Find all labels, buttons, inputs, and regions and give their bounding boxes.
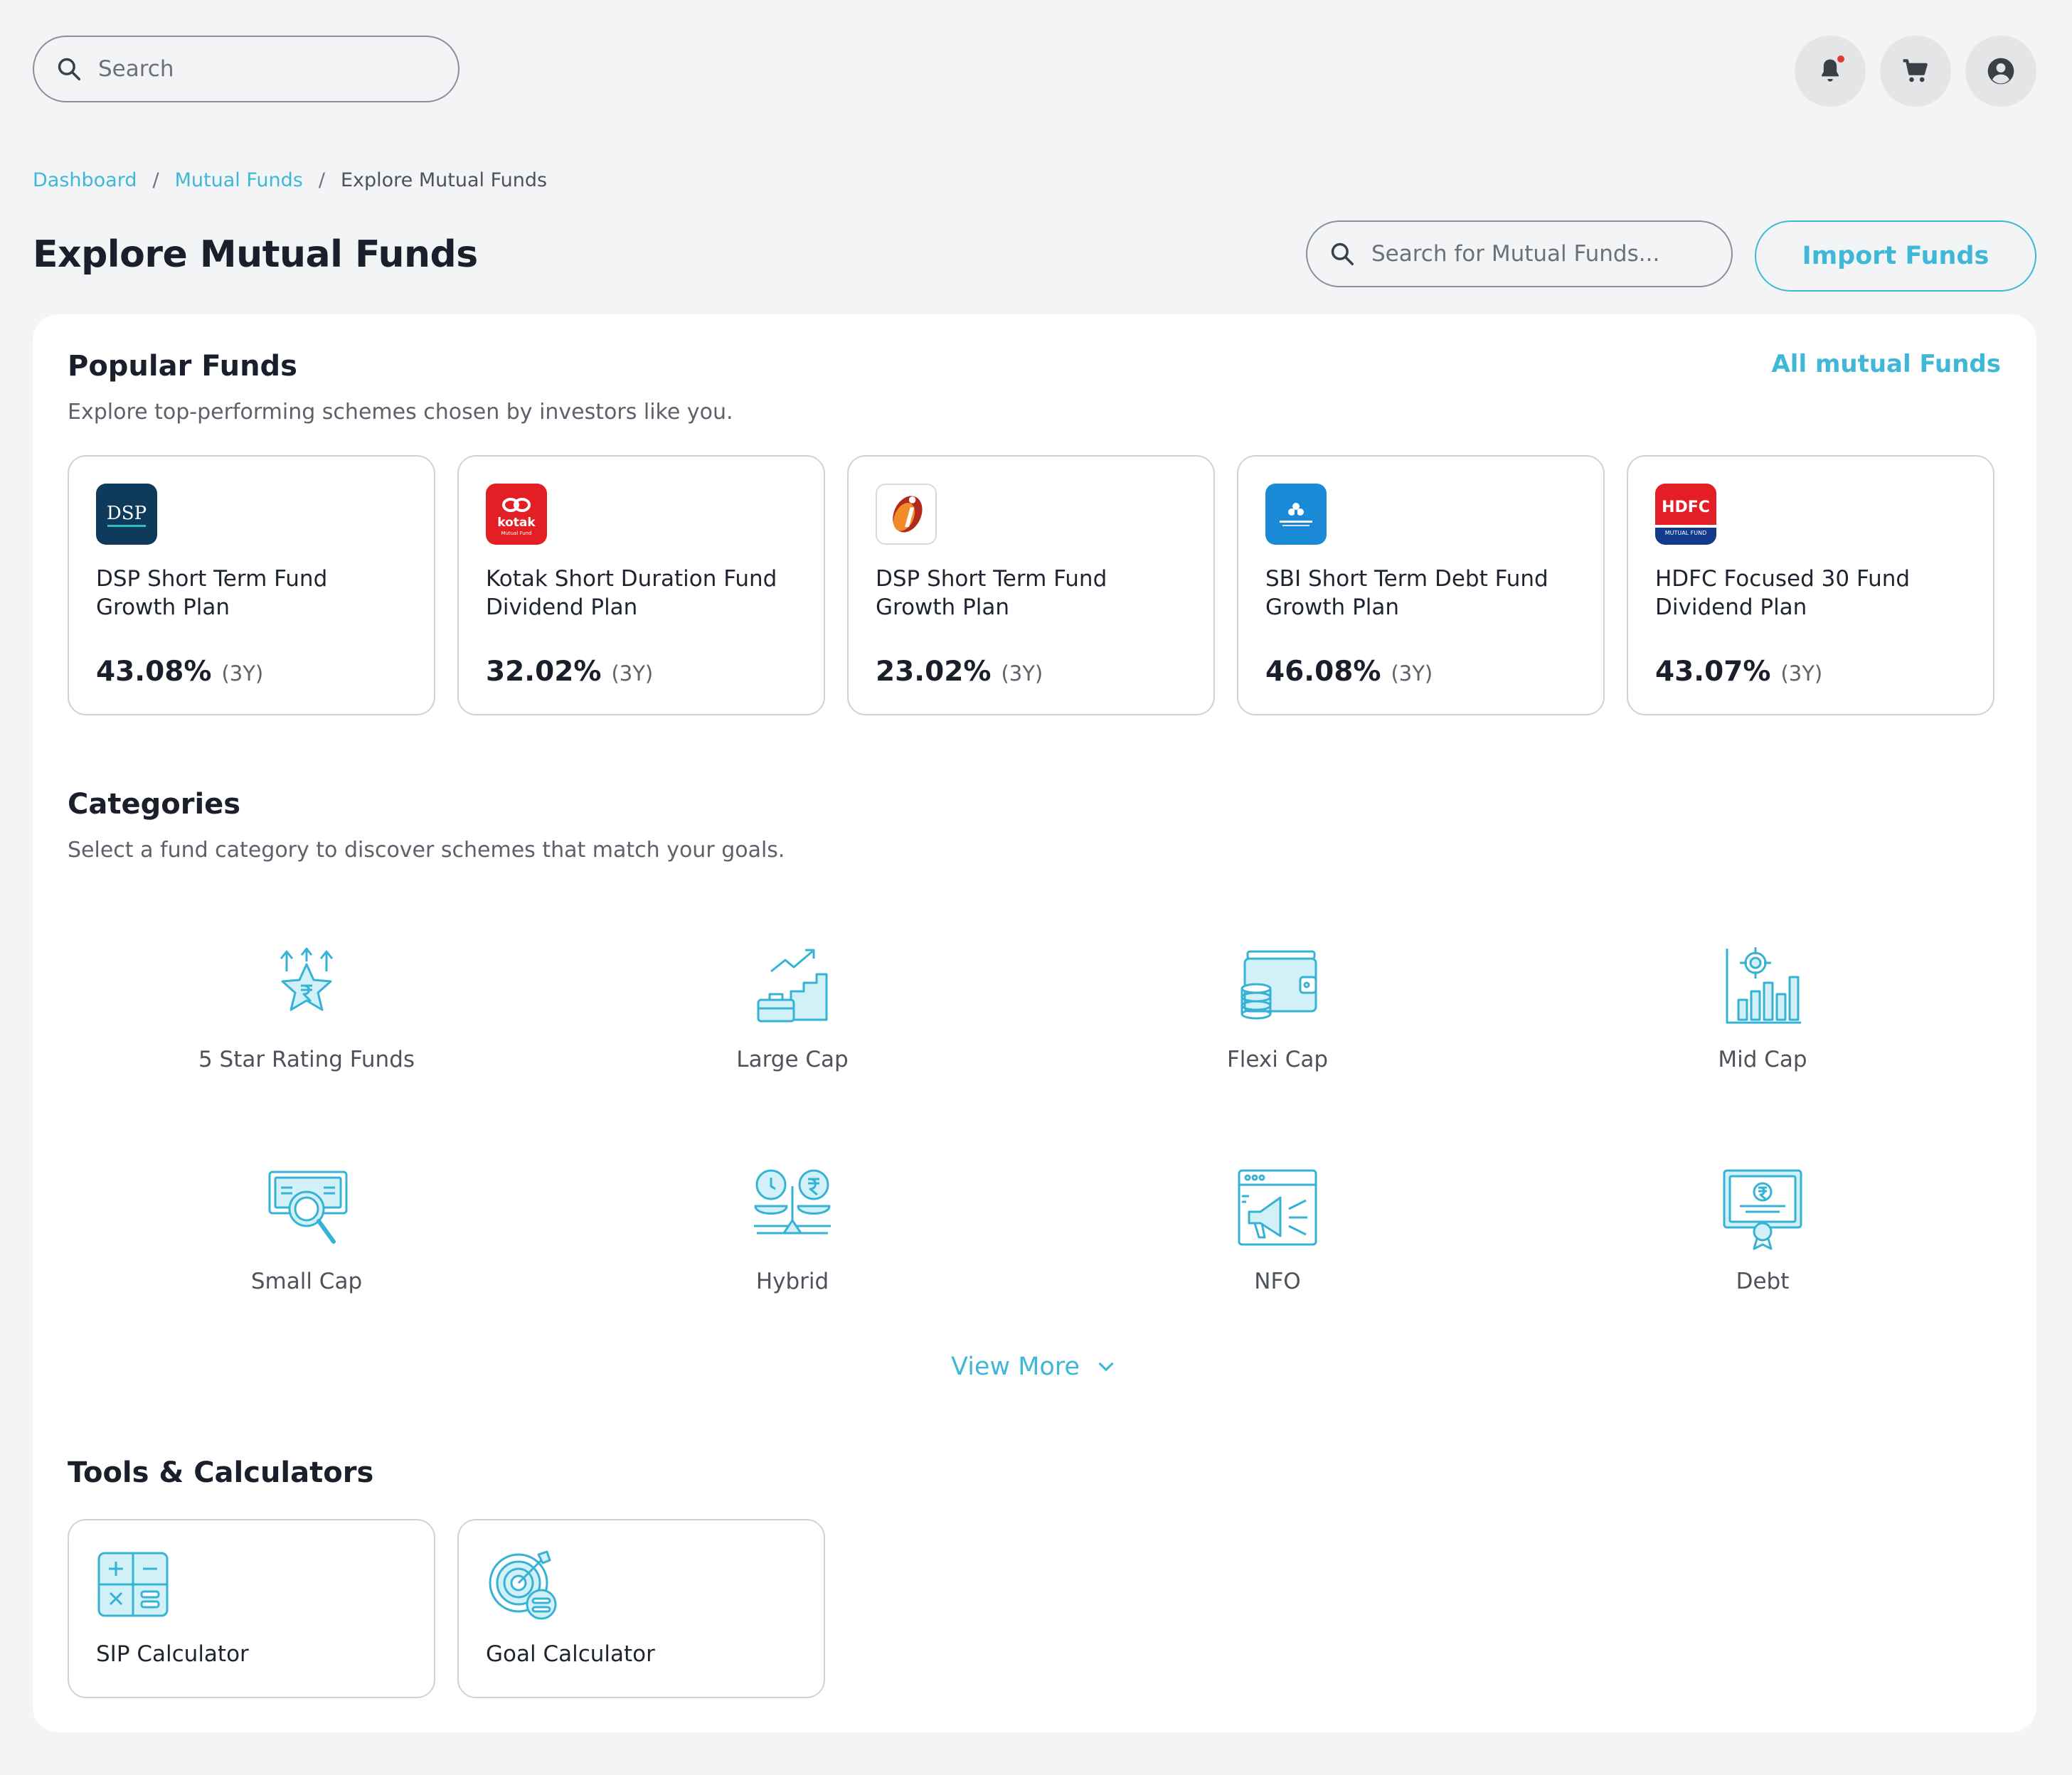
fund-card[interactable]: HDFC MUTUAL FUND HDFC Focused 30 Fund Div…: [1627, 455, 1994, 715]
notifications-button[interactable]: [1795, 36, 1866, 107]
category-hybrid[interactable]: Hybrid: [643, 1165, 942, 1294]
categories-subtitle: Select a fund category to discover schem…: [68, 838, 785, 863]
popular-funds-subtitle: Explore top-performing schemes chosen by…: [68, 400, 733, 425]
fund-card[interactable]: SBI Short Term Debt Fund Growth Plan 46.…: [1237, 455, 1605, 715]
breadcrumb: Dashboard / Mutual Funds / Explore Mutua…: [33, 169, 547, 191]
fund-return: 43.07% (3Y): [1655, 656, 1823, 688]
search-icon: [1331, 242, 1354, 265]
fund-return: 46.08% (3Y): [1265, 656, 1433, 688]
fund-card[interactable]: DSP DSP Short Term Fund Growth Plan 43.0…: [68, 455, 435, 715]
profile-button[interactable]: [1965, 36, 2036, 107]
category-nfo[interactable]: NFO: [1128, 1165, 1427, 1294]
fund-return: 23.02% (3Y): [876, 656, 1043, 688]
breadcrumb-separator: /: [318, 169, 325, 191]
user-icon: [1987, 58, 2014, 85]
category-label: Hybrid: [755, 1269, 829, 1294]
category-label: Mid Cap: [1718, 1047, 1807, 1072]
tools-title: Tools & Calculators: [68, 1456, 374, 1489]
svg-text:Mutual Fund: Mutual Fund: [501, 531, 531, 536]
tool-label: Goal Calculator: [486, 1641, 655, 1667]
page-title: Explore Mutual Funds: [33, 233, 478, 276]
calculator-icon: [97, 1552, 169, 1617]
dsp-logo: DSP: [96, 484, 157, 545]
svg-text:MUTUAL FUND: MUTUAL FUND: [1665, 530, 1707, 536]
import-funds-button[interactable]: Import Funds: [1755, 220, 2036, 292]
kotak-logo: kotak Mutual Fund: [486, 484, 547, 545]
category-large-cap[interactable]: Large Cap: [643, 943, 942, 1072]
fund-card[interactable]: DSP Short Term Fund Growth Plan 23.02% (…: [847, 455, 1215, 715]
goal-calculator-card[interactable]: Goal Calculator: [457, 1519, 825, 1698]
fund-name: HDFC Focused 30 Fund Dividend Plan: [1655, 566, 1911, 620]
svg-text:HDFC: HDFC: [1662, 499, 1710, 516]
growth-chart-icon: [757, 949, 828, 1023]
category-debt[interactable]: Debt: [1613, 1165, 1912, 1294]
breadcrumb-separator: /: [152, 169, 159, 191]
balance-scale-icon: [754, 1169, 831, 1235]
global-search-input[interactable]: Search: [33, 36, 459, 102]
sbi-logo: [1265, 484, 1327, 545]
fund-name: SBI Short Term Debt Fund Growth Plan: [1265, 566, 1548, 620]
chevron-down-icon: [1098, 1363, 1114, 1371]
megaphone-window-icon: [1238, 1169, 1317, 1246]
fund-card[interactable]: kotak Mutual Fund Kotak Short Duration Fu…: [457, 455, 825, 715]
category-label: Flexi Cap: [1226, 1047, 1329, 1072]
view-more-button[interactable]: View More: [33, 1353, 2036, 1381]
popular-funds-title: Popular Funds: [68, 350, 297, 383]
cart-button[interactable]: [1880, 36, 1951, 107]
fund-name: DSP Short Term Fund Growth Plan: [876, 566, 1107, 620]
search-icon: [58, 58, 80, 80]
category-label: NFO: [1254, 1269, 1301, 1294]
sip-calculator-card[interactable]: SIP Calculator: [68, 1519, 435, 1698]
breadcrumb-mutual-funds[interactable]: Mutual Funds: [175, 169, 303, 191]
category-label: Small Cap: [250, 1269, 363, 1294]
cart-icon: [1903, 59, 1928, 82]
main-card: Popular Funds Explore top-performing sch…: [33, 314, 2036, 1732]
svg-text:DSP: DSP: [107, 503, 147, 524]
breadcrumb-dashboard[interactable]: Dashboard: [33, 169, 137, 191]
money-search-icon: [268, 1171, 348, 1244]
breadcrumb-current: Explore Mutual Funds: [340, 169, 548, 191]
category-mid-cap[interactable]: Mid Cap: [1613, 943, 1912, 1072]
category-label: Large Cap: [736, 1047, 849, 1072]
star-rupee-icon: [280, 947, 334, 1011]
notification-dot: [1837, 55, 1844, 63]
wallet-coins-icon: [1240, 950, 1317, 1020]
fund-search-input[interactable]: Search for Mutual Funds...: [1306, 220, 1733, 287]
certificate-icon: [1723, 1169, 1802, 1250]
tool-label: SIP Calculator: [96, 1641, 249, 1667]
target-icon: [489, 1550, 557, 1620]
fund-search-placeholder: Search for Mutual Funds...: [1371, 241, 1660, 267]
fund-name: Kotak Short Duration Fund Dividend Plan: [486, 566, 777, 620]
fund-return: 43.08% (3Y): [96, 656, 264, 688]
category-label: 5 Star Rating Funds: [198, 1047, 415, 1072]
all-mutual-funds-link[interactable]: All mutual Funds: [1771, 350, 2001, 378]
view-more-label: View More: [951, 1353, 1080, 1381]
fund-return: 32.02% (3Y): [486, 656, 654, 688]
hdfc-logo: HDFC MUTUAL FUND: [1655, 484, 1716, 545]
categories-title: Categories: [68, 788, 241, 821]
global-search-placeholder: Search: [98, 56, 174, 82]
category-label: Debt: [1736, 1269, 1790, 1294]
fund-name: DSP Short Term Fund Growth Plan: [96, 566, 328, 620]
category-5-star[interactable]: 5 Star Rating Funds: [157, 943, 456, 1072]
category-flexi-cap[interactable]: Flexi Cap: [1128, 943, 1427, 1072]
icici-logo: [876, 484, 937, 545]
target-bar-chart-icon: [1726, 947, 1801, 1024]
svg-text:kotak: kotak: [497, 516, 536, 530]
category-small-cap[interactable]: Small Cap: [157, 1165, 456, 1294]
